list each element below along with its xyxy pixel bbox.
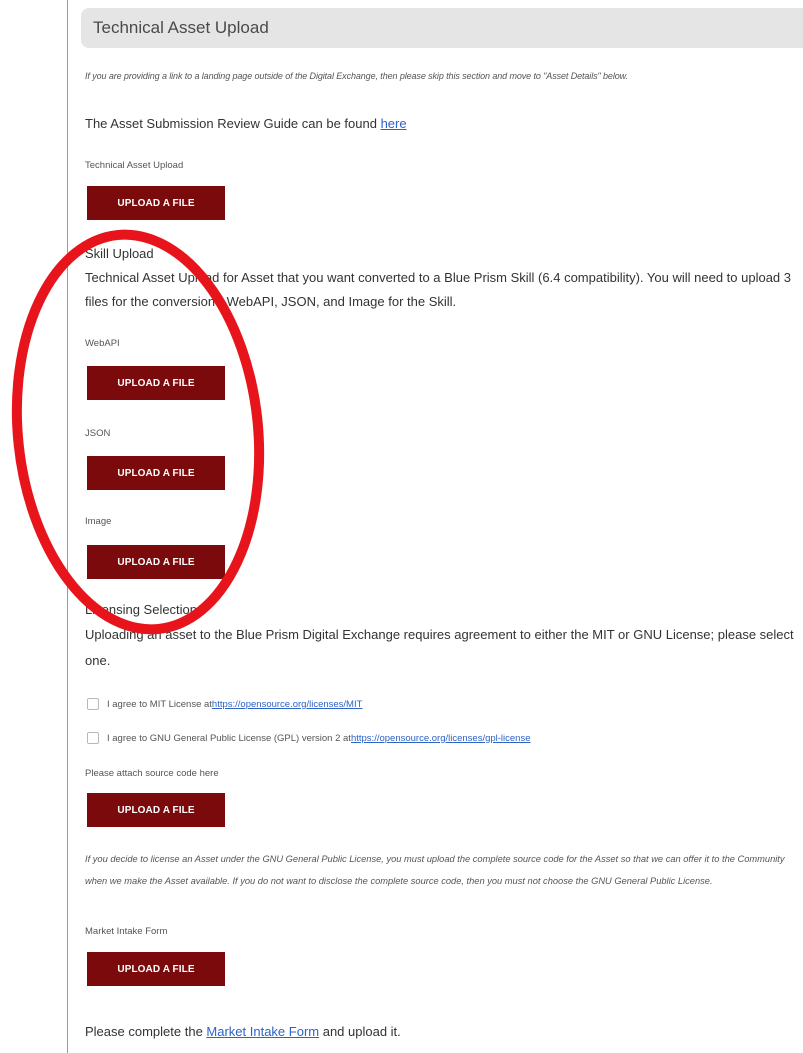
image-upload-button[interactable]: UPLOAD A FILE — [87, 545, 225, 579]
market-intake-form-link[interactable]: Market Intake Form — [206, 1024, 319, 1039]
red-highlight-ellipse — [11, 229, 265, 635]
json-label: JSON — [85, 428, 111, 439]
source-code-upload-button[interactable]: UPLOAD A FILE — [87, 793, 225, 827]
gpl-license-row: I agree to GNU General Public License (G… — [87, 732, 531, 744]
gpl-source-code-note: If you decide to license an Asset under … — [85, 854, 785, 886]
review-guide-line: The Asset Submission Review Guide can be… — [85, 116, 407, 131]
webapi-upload-button[interactable]: UPLOAD A FILE — [87, 366, 225, 400]
page-left-border — [67, 0, 68, 1053]
gpl-license-checkbox[interactable] — [87, 732, 99, 744]
gpl-license-text: I agree to GNU General Public License (G… — [107, 732, 351, 744]
market-intake-label: Market Intake Form — [85, 926, 168, 937]
market-intake-prefix: Please complete the — [85, 1024, 207, 1039]
mit-license-link[interactable]: https://opensource.org/licenses/MIT — [212, 699, 363, 710]
market-intake-suffix: and upload it. — [319, 1024, 401, 1039]
mit-license-row: I agree to MIT License at https://openso… — [87, 698, 362, 710]
webapi-label: WebAPI — [85, 338, 120, 349]
skill-upload-description: Technical Asset Upload for Asset that yo… — [85, 270, 791, 309]
review-guide-text: The Asset Submission Review Guide can be… — [85, 116, 381, 131]
licensing-description: Uploading an asset to the Blue Prism Dig… — [85, 627, 794, 668]
gpl-license-link[interactable]: https://opensource.org/licenses/gpl-lice… — [351, 733, 531, 744]
mit-license-text: I agree to MIT License at — [107, 698, 212, 710]
market-intake-upload-button[interactable]: UPLOAD A FILE — [87, 952, 225, 986]
mit-license-checkbox[interactable] — [87, 698, 99, 710]
image-label: Image — [85, 516, 112, 527]
technical-asset-upload-label: Technical Asset Upload — [85, 160, 184, 171]
section-header: Technical Asset Upload — [81, 8, 803, 48]
json-upload-button[interactable]: UPLOAD A FILE — [87, 456, 225, 490]
source-code-label: Please attach source code here — [85, 768, 219, 779]
licensing-selection-title: Licensing Selection — [85, 602, 198, 617]
section-title: Technical Asset Upload — [93, 18, 269, 37]
skill-upload-title: Skill Upload — [85, 246, 154, 261]
skip-note: If you are providing a link to a landing… — [85, 71, 628, 81]
review-guide-link[interactable]: here — [381, 116, 407, 131]
market-intake-instruction: Please complete the Market Intake Form a… — [85, 1024, 401, 1039]
technical-asset-upload-button[interactable]: UPLOAD A FILE — [87, 186, 225, 220]
